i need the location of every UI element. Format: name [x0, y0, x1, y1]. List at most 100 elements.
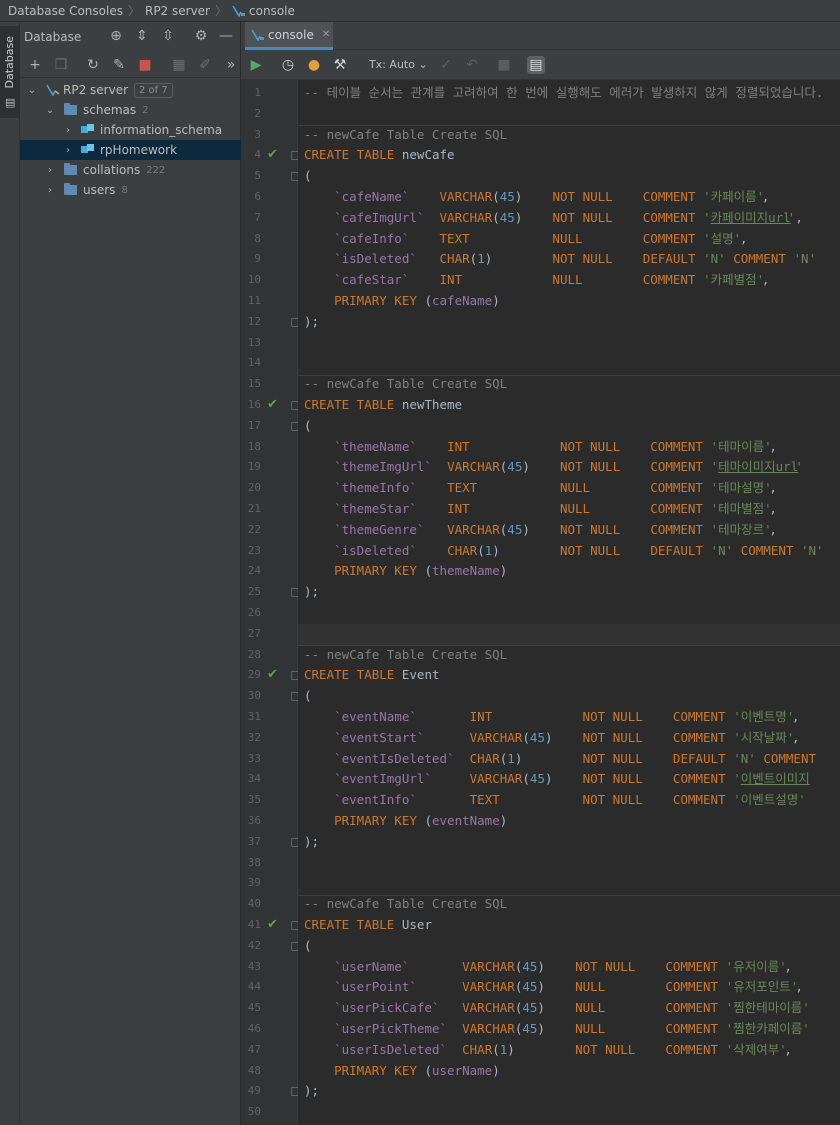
code-token: ( [492, 1041, 500, 1057]
chevron-right-icon[interactable]: › [62, 125, 74, 136]
chevron-down-icon[interactable]: ⌄ [26, 85, 38, 96]
gutter-line: 2 [241, 104, 298, 125]
table-view-icon[interactable]: ▦ [170, 56, 188, 74]
run-icon[interactable]: ▶ [247, 56, 265, 74]
code-token: ( [492, 209, 500, 225]
gutter-line: 47 [241, 1040, 298, 1061]
code-token: ) [537, 1000, 576, 1016]
add-icon[interactable]: + [26, 56, 44, 74]
chevron-right-icon[interactable]: › [62, 145, 74, 156]
stop-icon[interactable]: ■ [136, 56, 154, 74]
code-line: `eventName` INT NOT NULL COMMENT '이벤트명', [298, 707, 840, 728]
close-icon[interactable]: ✕ [322, 29, 330, 40]
cancel-icon[interactable]: ■ [495, 56, 513, 74]
collapse-all-icon[interactable]: ⇳ [160, 28, 176, 44]
code-token: NOT NULL COMMENT [552, 209, 703, 225]
history-icon[interactable]: ◷ [279, 56, 297, 74]
gutter-line: 49 [241, 1081, 299, 1102]
code-line: `cafeName` VARCHAR(45) NOT NULL COMMENT … [298, 187, 840, 208]
chevron-down-icon[interactable]: ⌄ [44, 105, 56, 116]
gutter-line: 39 [241, 873, 298, 894]
chevron-right-icon[interactable]: › [44, 165, 56, 176]
code-line: ( [298, 686, 840, 707]
code-token: '이벤트명' [733, 709, 795, 724]
locate-icon[interactable]: ⊕ [108, 28, 124, 44]
gutter-line: 38 [241, 853, 298, 874]
code-token: ) [492, 1062, 500, 1078]
code-token: 45 [522, 979, 538, 995]
transaction-mode-dropdown[interactable]: Tx: Auto ⌄ [369, 58, 428, 71]
settings-icon[interactable]: ⚙ [193, 28, 209, 44]
gutter-line: 17 [241, 416, 299, 437]
code-token: -- newCafe Table Create SQL [304, 896, 508, 912]
tree-node-rphomework[interactable]: › rpHomework [20, 140, 241, 160]
breadcrumb-item-server[interactable]: RP2 server [145, 4, 210, 18]
gutter-line: 4 ✔ [241, 145, 299, 166]
edit-properties-icon[interactable]: ✎ [110, 56, 128, 74]
code-token: 1 [477, 251, 485, 267]
duplicate-icon[interactable]: ❐ [52, 56, 70, 74]
code-token: themeName [432, 563, 500, 579]
line-number: 19 [247, 460, 261, 474]
code-token: VARCHAR [439, 189, 493, 204]
code-token: ) [499, 563, 508, 579]
wrench-icon[interactable]: ⚒ [331, 56, 349, 74]
refresh-icon[interactable]: ↻ [84, 56, 102, 74]
tree-node-users[interactable]: › users 8 [20, 180, 241, 200]
tree-node-label: users [83, 183, 116, 197]
chevron-right-icon[interactable]: › [44, 185, 56, 196]
breadcrumb-item-consoles[interactable]: Database Consoles [8, 4, 123, 18]
gutter-line: 11 [241, 291, 298, 312]
code-token: ) [514, 189, 553, 204]
rollback-icon[interactable]: ↶ [463, 56, 481, 74]
code-token: '유저이름' [725, 958, 787, 974]
database-tool-tab[interactable]: Database ▤ [0, 26, 20, 118]
line-number: 6 [254, 190, 261, 203]
code-token: '카페별점' [703, 272, 765, 288]
code-token: 1 [507, 750, 515, 766]
code-token: 'N' [733, 750, 756, 766]
code-token: ( [499, 521, 508, 537]
tab-console[interactable]: console ✕ [245, 22, 333, 50]
line-number: 50 [247, 1105, 261, 1119]
code-token: COMMENT [733, 542, 801, 558]
code-token: NOT NULL DEFAULT [560, 542, 711, 558]
tree-node-count: 222 [146, 164, 166, 176]
code-token: PRIMARY KEY [304, 813, 425, 828]
line-number: 21 [247, 502, 261, 515]
line-number: 47 [247, 1042, 261, 1056]
code-line: `themeStar` INT NULL COMMENT '테마별점', [298, 499, 840, 520]
code-token: ( [424, 293, 432, 308]
code-token: 이벤트이미지 [740, 771, 810, 787]
output-icon[interactable]: ▤ [527, 56, 545, 74]
gutter-line: 3 [241, 125, 298, 146]
tree-node-server[interactable]: ⌄ RP2 server 2 of 7 [20, 80, 241, 100]
code-token: '찜한테마이름' [725, 1000, 810, 1016]
line-number: 10 [247, 273, 261, 287]
code-token: 1 [484, 542, 493, 558]
sql-editor[interactable]: -- 테이블 순서는 관계를 고려하여 한 번에 실행해도 에러가 발생하지 않… [298, 80, 840, 1125]
pin-icon[interactable]: ● [305, 56, 323, 74]
code-token: , [769, 480, 777, 496]
code-token: newCafe [401, 147, 455, 163]
line-number: 38 [247, 855, 261, 869]
commit-icon[interactable]: ✓ [437, 56, 455, 74]
code-line: PRIMARY KEY (eventName) [298, 811, 840, 832]
code-token: , [769, 438, 777, 454]
edit-icon[interactable]: ✐ [196, 56, 214, 74]
tree-node-information-schema[interactable]: › information_schema [20, 120, 241, 140]
code-token: ) [544, 771, 583, 787]
folder-icon [64, 163, 77, 175]
tree-node-collations[interactable]: › collations 222 [20, 160, 241, 180]
gutter-line: 8 [241, 229, 298, 250]
tool-window-strip: Database ▤ [0, 22, 20, 1125]
expand-all-icon[interactable]: ⇕ [134, 28, 150, 44]
minimize-icon[interactable]: — [218, 28, 234, 44]
breadcrumb-item-console[interactable]: console [249, 4, 295, 18]
tree-node-schemas[interactable]: ⌄ schemas 2 [20, 100, 241, 120]
gutter-line: 42 [241, 936, 299, 957]
more-icon[interactable]: » [222, 56, 240, 74]
code-line: `themeName` INT NOT NULL COMMENT '테마이름', [298, 437, 840, 458]
code-line: ( [298, 936, 840, 957]
